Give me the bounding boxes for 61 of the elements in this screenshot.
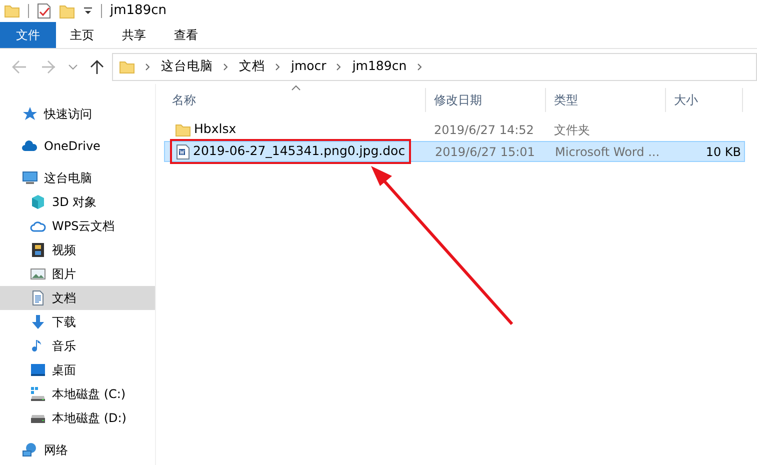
properties-icon[interactable] [37,3,51,19]
image-icon [30,266,46,282]
file-row[interactable]: Hbxlsx 2019/6/27 14:52 文件夹 [164,119,745,140]
computer-icon [22,170,38,186]
type-cell-text: 文件夹 [553,122,591,138]
dropdown-icon[interactable] [83,6,93,16]
chevron-icon [223,62,229,70]
column-header[interactable]: 大小 [666,88,743,112]
folder-icon [175,122,191,136]
sidebar-item[interactable]: 网络 [0,438,155,462]
folder-icon [4,4,20,18]
sidebar-item[interactable]: 下载 [0,310,155,334]
breadcrumb-link[interactable]: jmocr [291,57,326,76]
file-name: 2019-06-27_145341.png0.jpg.doc [173,142,408,161]
sidebar-item[interactable]: OneDrive [0,134,155,158]
column-header[interactable]: 名称 [164,88,426,112]
column-header[interactable]: 修改日期 [426,88,546,112]
address-bar[interactable]: 这台电脑 文档 jmocr jm189cn [112,52,757,80]
size-cell-text: 10 KB [704,144,742,160]
sidebar-item[interactable]: 桌面 [0,358,155,382]
chevron-icon [336,62,342,70]
sort-ascending-icon[interactable] [291,85,301,91]
ribbon-tab[interactable]: 文件 [0,22,56,48]
star-icon [22,106,38,122]
desktop-icon [30,362,46,378]
film-icon [30,242,46,258]
cloud-icon [22,138,38,154]
type-cell-text: Microsoft Word ... [554,144,661,160]
ribbon-tab[interactable]: 查看 [160,22,212,48]
modified-cell-text: 2019/6/27 15:01 [434,144,536,160]
sidebar-item[interactable]: 视频 [0,238,155,262]
ribbon-tab[interactable]: 主页 [56,22,108,48]
download-arrow-icon [30,314,46,330]
sidebar-item[interactable]: 文档 [0,286,155,310]
chevron-icon [145,62,151,70]
folder-icon [119,60,135,74]
sidebar-item[interactable]: 图片 [0,262,155,286]
chevron-icon [275,62,281,70]
sidebar-item[interactable]: 本地磁盘 (C:) [0,382,155,406]
column-header[interactable]: 类型 [546,88,666,112]
sidebar-item[interactable]: 音乐 [0,334,155,358]
file-name: Hbxlsx [172,120,240,139]
breadcrumb-link[interactable]: jm189cn [352,57,407,76]
sidebar-item[interactable]: 3D 对象 [0,190,155,214]
file-row[interactable]: 2019-06-27_145341.png0.jpg.doc 2019/6/27 15:01 Microsoft Word ... 10 KB [164,141,745,162]
sidebar-item[interactable]: 快速访问 [0,102,155,126]
ribbon-tab[interactable]: 共享 [108,22,160,48]
document-icon [30,290,46,306]
sidebar-item[interactable]: 本地磁盘 (D:) [0,406,155,430]
word-document-icon [176,144,190,160]
drive-icon [30,386,46,402]
network-icon [22,442,38,458]
breadcrumb-link[interactable]: 这台电脑 [161,57,213,76]
chevron-icon [416,62,423,70]
sidebar-item[interactable]: WPS云文档 [0,214,155,238]
breadcrumb-link[interactable]: 文档 [239,57,265,76]
drive-icon [30,413,46,423]
window-title: jm189cn [110,2,166,20]
modified-cell-text: 2019/6/27 14:52 [433,122,535,138]
sidebar-item[interactable]: 这台电脑 [0,166,155,190]
cube-icon [30,194,46,210]
